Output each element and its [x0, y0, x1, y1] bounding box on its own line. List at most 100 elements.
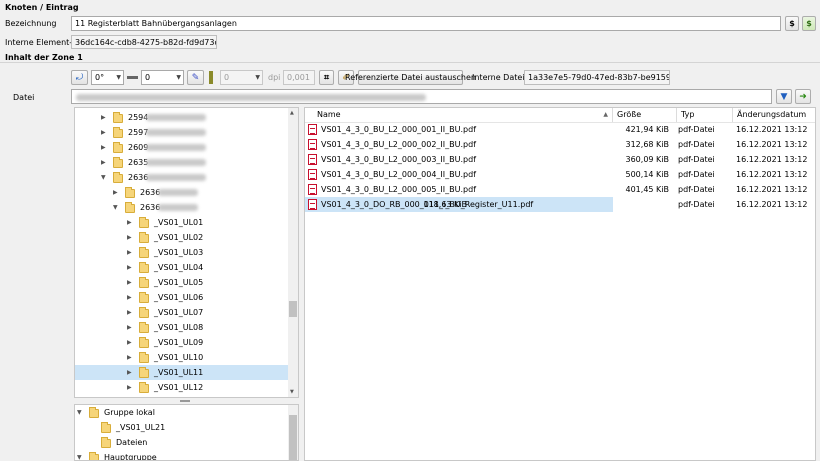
file-list[interactable]: Name ▲ Größe Typ Änderungsdatum VS01_4_3_… — [304, 107, 816, 461]
currency-edit-icon[interactable]: $ — [802, 16, 816, 31]
group-item-label: Gruppe lokal — [104, 408, 155, 417]
crop-icon[interactable]: ⌗ — [319, 70, 334, 85]
tree-row[interactable]: ▼ 2636 — [75, 200, 288, 215]
go-icon[interactable]: ➜ — [795, 89, 811, 104]
replace-file-button[interactable]: Referenzierte Datei austauschen — [345, 70, 476, 85]
tree-row[interactable]: ▶ _VS01_UL05 — [75, 275, 288, 290]
group-row[interactable]: _VS01_UL21 — [75, 420, 288, 435]
file-size-cell: 421,94 KiB — [625, 125, 670, 134]
folder-icon — [139, 382, 149, 393]
scroll-down-icon[interactable]: ▼ — [290, 389, 294, 395]
file-row[interactable]: VS01_4_3_0_BU_L2_000_004_II_BU.pdf 500,14… — [305, 167, 815, 182]
tree-row[interactable]: ▶ _VS01_UL12 — [75, 380, 288, 395]
folder-tree[interactable]: ▶ 2594 ▶ 2597 ▶ 2609 ▶ 2635 ▼ 2636 ▶ 2636 ▼ 2636 ▶ _VS0… — [74, 107, 299, 398]
expand-arrow-right-icon[interactable]: ▶ — [127, 350, 132, 365]
group-row[interactable]: ▼ Hauptgruppe — [75, 450, 288, 460]
file-row[interactable]: VS01_4_3_0_DO_RB_000_011_I_BU_Register_U… — [305, 197, 807, 212]
group-tree[interactable]: ▼ Gruppe lokal _VS01_UL21 Dateien ▼ Hauptgrup… — [74, 404, 299, 461]
tree-row[interactable]: ▶ _VS01_UL08 — [75, 320, 288, 335]
expand-arrow-down-icon[interactable]: ▼ — [77, 450, 82, 460]
tree-scroll-thumb[interactable] — [289, 301, 297, 317]
expand-arrow-right-icon[interactable]: ▶ — [127, 305, 132, 320]
tree-row[interactable]: ▶ _VS01_UL07 — [75, 305, 288, 320]
file-row[interactable]: VS01_4_3_0_BU_L2_000_001_II_BU.pdf 421,94… — [305, 122, 815, 137]
tree-row[interactable]: ▶ 2597 — [75, 125, 288, 140]
expand-arrow-right-icon[interactable]: ▶ — [101, 125, 106, 140]
column-header-type[interactable]: Typ — [677, 108, 733, 122]
file-row[interactable]: VS01_4_3_0_BU_L2_000_005_II_BU.pdf 401,45… — [305, 182, 815, 197]
tree-item-label: _VS01_UL07 — [154, 308, 204, 317]
group-folder-icon — [89, 407, 99, 418]
expand-arrow-right-icon[interactable]: ▶ — [101, 155, 106, 170]
redacted-name — [146, 114, 206, 121]
rotation-select[interactable]: 0° ▼ — [91, 70, 124, 85]
tree-item-label: _VS01_UL11 — [154, 368, 204, 377]
datei-input[interactable] — [71, 89, 772, 104]
expand-arrow-right-icon[interactable]: ▶ — [127, 275, 132, 290]
sort-icon: ▲ — [603, 111, 608, 118]
dpi-input[interactable]: 0,001 — [283, 70, 315, 85]
group-scroll-thumb[interactable] — [289, 415, 297, 460]
expand-arrow-right-icon[interactable]: ▶ — [127, 260, 132, 275]
tree-row[interactable]: ▶ 2635 — [75, 155, 288, 170]
group-row[interactable]: ▼ Gruppe lokal — [75, 405, 288, 420]
group-scrollbar[interactable] — [288, 405, 298, 460]
folder-icon — [125, 187, 135, 198]
filter-icon[interactable]: ▼ — [776, 89, 792, 104]
bezeichnung-input[interactable]: 11 Registerblatt Bahnübergangsanlagen — [71, 16, 781, 31]
folder-icon — [139, 337, 149, 348]
expand-arrow-right-icon[interactable]: ▶ — [127, 290, 132, 305]
folder-icon — [113, 112, 123, 123]
tree-row[interactable]: ▶ _VS01_UL02 — [75, 230, 288, 245]
expand-arrow-right-icon[interactable]: ▶ — [101, 140, 106, 155]
pen-icon[interactable]: ✎ — [187, 70, 204, 85]
tree-row[interactable]: ▶ _VS01_UL03 — [75, 245, 288, 260]
file-name-cell: VS01_4_3_0_BU_L2_000_001_II_BU.pdf — [321, 125, 477, 134]
tree-row[interactable]: ▶ 2594 — [75, 110, 288, 125]
tree-row[interactable]: ▶ _VS01_UL09 — [75, 335, 288, 350]
expand-arrow-right-icon[interactable]: ▶ — [127, 320, 132, 335]
divider — [0, 62, 820, 63]
tree-row[interactable]: ▶ _VS01_UL01 — [75, 215, 288, 230]
line-width-select[interactable]: 0 ▼ — [141, 70, 184, 85]
expand-arrow-right-icon[interactable]: ▶ — [127, 230, 132, 245]
tree-row[interactable]: ▶ _VS01_UL06 — [75, 290, 288, 305]
tree-row[interactable]: ▶ _VS01_UL10 — [75, 350, 288, 365]
tree-row[interactable]: ▶ 2636 — [75, 185, 288, 200]
expand-arrow-down-icon[interactable]: ▼ — [77, 405, 82, 420]
color-select[interactable]: 0 ▼ — [220, 70, 263, 85]
expand-arrow-right-icon[interactable]: ▶ — [101, 110, 106, 125]
group-row[interactable]: Dateien — [75, 435, 288, 450]
expand-arrow-right-icon[interactable]: ▶ — [113, 185, 118, 200]
splitter-handle[interactable] — [180, 400, 190, 402]
folder-icon — [113, 127, 123, 138]
file-row[interactable]: VS01_4_3_0_BU_L2_000_002_II_BU.pdf 312,68… — [305, 137, 815, 152]
tree-row[interactable]: ▶ _VS01_UL04 — [75, 260, 288, 275]
tree-row[interactable]: ▼ 2636 — [75, 170, 288, 185]
rotate-icon[interactable]: ⤾ — [71, 70, 88, 85]
bezeichnung-label: Bezeichnung — [5, 19, 57, 28]
expand-arrow-right-icon[interactable]: ▶ — [127, 365, 132, 380]
file-name-cell: VS01_4_3_0_BU_L2_000_002_II_BU.pdf — [321, 140, 477, 149]
scroll-up-icon[interactable]: ▲ — [290, 110, 294, 116]
group-folder-icon — [101, 422, 111, 433]
folder-icon — [139, 232, 149, 243]
tree-row[interactable]: ▶ _VS01_UL11 — [75, 365, 288, 380]
expand-arrow-down-icon[interactable]: ▼ — [113, 200, 118, 215]
expand-arrow-right-icon[interactable]: ▶ — [127, 245, 132, 260]
expand-arrow-right-icon[interactable]: ▶ — [127, 335, 132, 350]
tree-row[interactable]: ▶ 2609 — [75, 140, 288, 155]
file-type-cell: pdf-Datei — [678, 170, 715, 179]
folder-icon — [139, 292, 149, 303]
expand-arrow-down-icon[interactable]: ▼ — [101, 170, 106, 185]
column-header-name[interactable]: Name ▲ — [305, 108, 613, 122]
expand-arrow-right-icon[interactable]: ▶ — [127, 380, 132, 395]
column-header-size[interactable]: Größe — [613, 108, 677, 122]
expand-arrow-right-icon[interactable]: ▶ — [127, 215, 132, 230]
tree-scrollbar[interactable]: ▲ ▼ — [288, 108, 298, 397]
file-row[interactable]: VS01_4_3_0_BU_L2_000_003_II_BU.pdf 360,09… — [305, 152, 815, 167]
column-header-date[interactable]: Änderungsdatum — [733, 108, 815, 122]
tree-item-label: _VS01_UL06 — [154, 293, 204, 302]
file-name-cell: VS01_4_3_0_BU_L2_000_005_II_BU.pdf — [321, 185, 477, 194]
currency-icon[interactable]: $ — [785, 16, 799, 31]
